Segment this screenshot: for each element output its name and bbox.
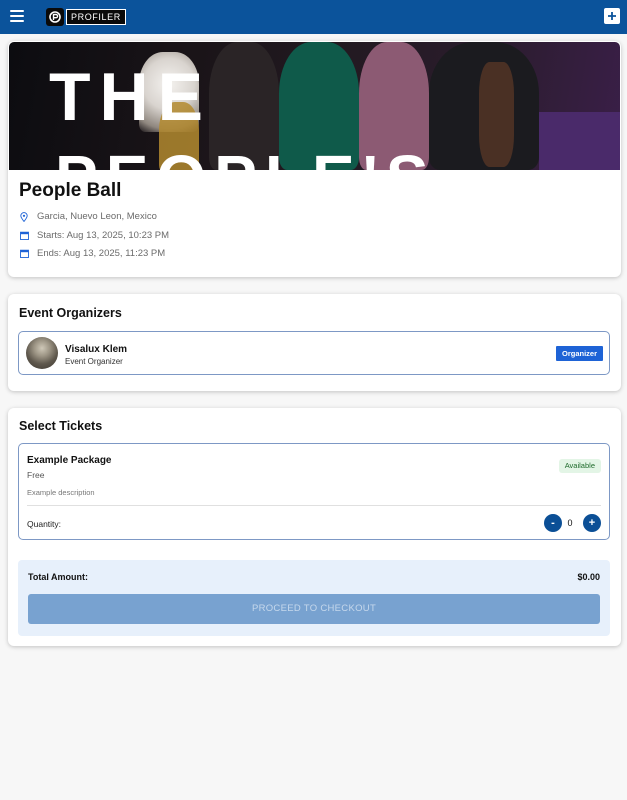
event-location-text: Garcia, Nuevo Leon, Mexico <box>37 211 157 222</box>
event-banner-image: THE PEOPLE'S <box>9 42 620 170</box>
app-logo[interactable]: PROFILER <box>46 7 126 27</box>
banner-headline-line2: PEOPLE'S <box>55 146 437 170</box>
avatar <box>26 337 58 369</box>
event-end-text: Ends: Aug 13, 2025, 11:23 PM <box>37 248 166 259</box>
proceed-to-checkout-button[interactable]: PROCEED TO CHECKOUT <box>28 594 600 624</box>
event-end: Ends: Aug 13, 2025, 11:23 PM <box>19 248 165 259</box>
location-pin-icon <box>19 211 29 222</box>
total-value: $0.00 <box>577 572 600 582</box>
add-button[interactable] <box>604 8 620 24</box>
section-title-organizers: Event Organizers <box>19 306 122 320</box>
profiler-logo-icon <box>46 8 64 26</box>
quantity-label: Quantity: <box>27 519 62 529</box>
order-summary: Total Amount: $0.00 PROCEED TO CHECKOUT <box>18 560 610 636</box>
total-label: Total Amount: <box>28 572 88 582</box>
banner-headline: THE <box>49 59 212 135</box>
status-badge: Available <box>558 459 601 473</box>
organizer-item[interactable]: Visalux Klem Event Organizer Organizer <box>18 331 610 375</box>
divider <box>27 505 601 506</box>
top-app-bar: PROFILER <box>0 0 627 34</box>
event-start-text: Starts: Aug 13, 2025, 10:23 PM <box>37 230 170 241</box>
logo-text: PROFILER <box>66 9 126 25</box>
event-title: People Ball <box>19 180 122 201</box>
package-description: Example description <box>27 488 95 497</box>
plus-icon <box>608 12 616 20</box>
event-organizers-card: Event Organizers Visalux Klem Event Orga… <box>8 294 621 391</box>
ticket-package: Example Package Free Example description… <box>18 443 610 540</box>
package-price: Free <box>27 470 45 480</box>
event-location: Garcia, Nuevo Leon, Mexico <box>19 211 157 222</box>
organizer-role: Event Organizer <box>65 357 123 366</box>
calendar-icon <box>19 249 29 259</box>
event-details-card: THE PEOPLE'S People Ball Garcia, Nuevo L… <box>8 41 621 277</box>
increment-button[interactable]: + <box>583 514 601 532</box>
event-start: Starts: Aug 13, 2025, 10:23 PM <box>19 230 169 241</box>
select-tickets-card: Select Tickets Example Package Free Exam… <box>8 408 621 646</box>
organizer-name: Visalux Klem <box>65 344 128 355</box>
calendar-icon <box>19 231 29 241</box>
quantity-value: 0 <box>567 518 573 528</box>
section-title-tickets: Select Tickets <box>19 419 103 433</box>
decrement-button[interactable]: - <box>544 514 562 532</box>
organizer-badge[interactable]: Organizer <box>555 346 603 361</box>
hamburger-menu-icon[interactable] <box>10 10 24 22</box>
package-name: Example Package <box>27 455 112 466</box>
